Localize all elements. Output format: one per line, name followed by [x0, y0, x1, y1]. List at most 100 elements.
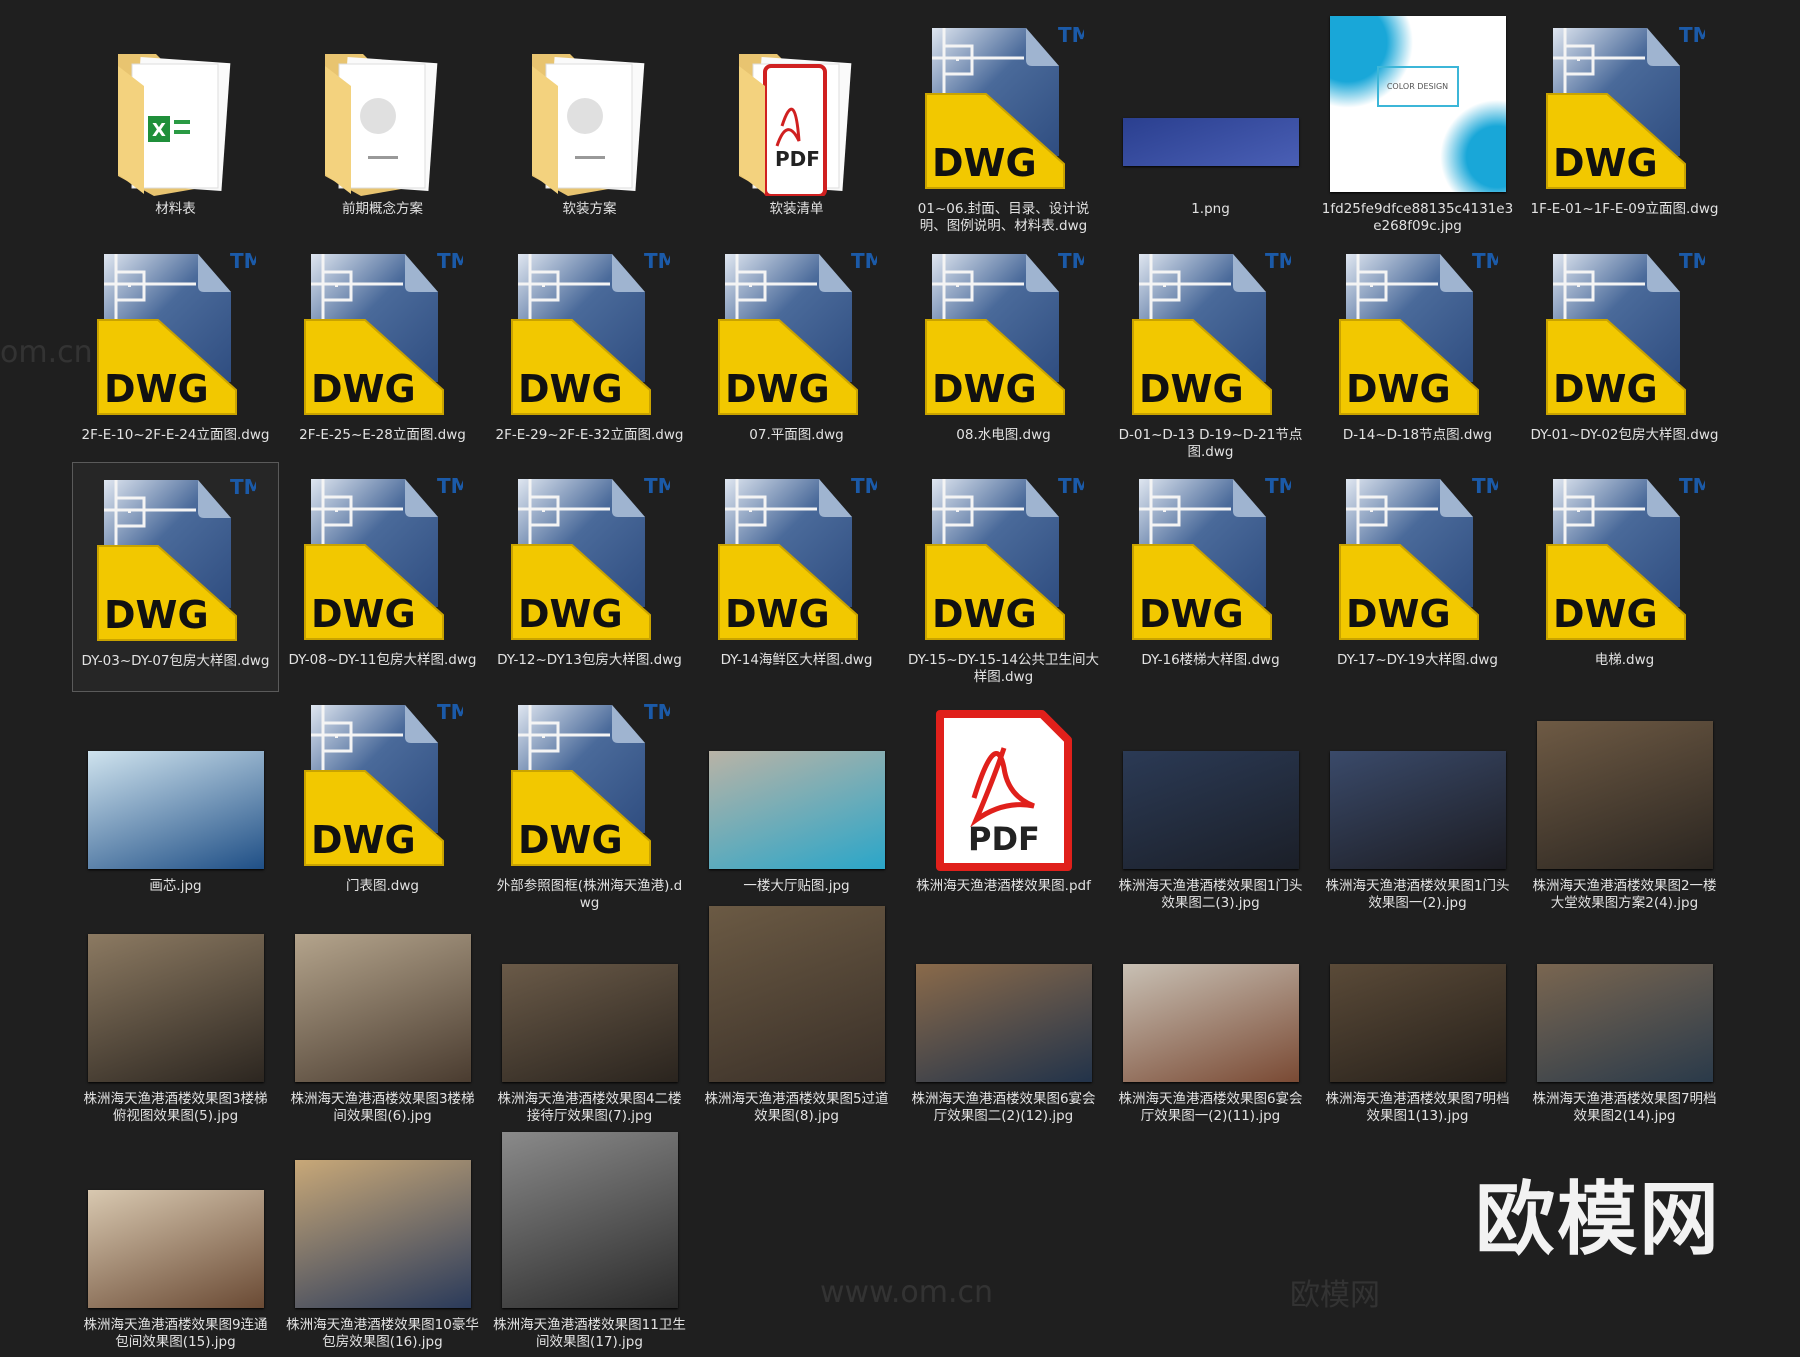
file-item[interactable]: 株洲海天渔港酒楼效果图2一楼大堂效果图方案2(4).jpg — [1521, 688, 1728, 918]
dwg-file-icon: DWG TM — [72, 237, 279, 422]
file-item[interactable]: 株洲海天渔港酒楼效果图4二楼接待厅效果图(7).jpg — [486, 901, 693, 1131]
file-item[interactable]: DWG TM DY-15~DY-15-14公共卫生间大样图.dwg — [900, 462, 1107, 692]
dwg-file-icon: DWG TM — [279, 462, 486, 647]
svg-text:TM: TM — [1265, 249, 1291, 273]
svg-text:TM: TM — [644, 249, 670, 273]
dwg-file-icon: DWG TM — [900, 462, 1107, 647]
file-item[interactable]: 株洲海天渔港酒楼效果图3楼梯间效果图(6).jpg — [279, 901, 486, 1131]
file-row: X 材料表 前期概念方案 软装方案 PDF 软装清单 DWG TM 01~06.封… — [72, 11, 1732, 241]
file-item[interactable]: 株洲海天渔港酒楼效果图7明档效果图1(13).jpg — [1314, 901, 1521, 1131]
svg-text:DWG: DWG — [311, 818, 416, 862]
dwg-file-icon: DWG TM — [900, 11, 1107, 196]
file-item[interactable]: 株洲海天渔港酒楼效果图9连通包间效果图(15).jpg — [72, 1127, 279, 1357]
svg-text:TM: TM — [1472, 249, 1498, 273]
file-item[interactable]: DWG TM D-14~D-18节点图.dwg — [1314, 237, 1521, 467]
folder-icon: PDF — [693, 11, 900, 196]
file-item[interactable]: DWG TM 2F-E-25~E-28立面图.dwg — [279, 237, 486, 467]
file-item[interactable]: DWG TM 门表图.dwg — [279, 688, 486, 918]
file-name-label: 株洲海天渔港酒楼效果图10豪华包房效果图(16).jpg — [286, 1317, 479, 1350]
file-item[interactable]: 株洲海天渔港酒楼效果图11卫生间效果图(17).jpg — [486, 1127, 693, 1357]
file-item[interactable]: DWG TM DY-16楼梯大样图.dwg — [1107, 462, 1314, 692]
file-item[interactable]: COLOR DESIGN 1fd25fe9dfce88135c4131e3e268… — [1314, 11, 1521, 241]
image-thumbnail — [1122, 964, 1299, 1082]
svg-text:TM: TM — [644, 474, 670, 498]
image-thumbnail — [501, 964, 678, 1082]
svg-text:DWG: DWG — [1139, 367, 1244, 411]
file-item[interactable]: PDF 株洲海天渔港酒楼效果图.pdf — [900, 688, 1107, 918]
file-item[interactable]: DWG TM DY-08~DY-11包房大样图.dwg — [279, 462, 486, 692]
file-item[interactable]: DWG TM 07.平面图.dwg — [693, 237, 900, 467]
dwg-file-icon: DWG TM — [486, 462, 693, 647]
file-item[interactable]: 株洲海天渔港酒楼效果图6宴会厅效果图一(2)(11).jpg — [1107, 901, 1314, 1131]
file-item[interactable]: X 材料表 — [72, 11, 279, 241]
file-item[interactable]: 株洲海天渔港酒楼效果图3楼梯俯视图效果图(5).jpg — [72, 901, 279, 1131]
svg-text:TM: TM — [851, 474, 877, 498]
dwg-file-icon: DWG TM — [279, 237, 486, 422]
folder-icon — [486, 11, 693, 196]
watermark-logo: 欧模网 — [1475, 1173, 1721, 1266]
file-name-label: 软装方案 — [562, 201, 617, 217]
dwg-file-icon: DWG TM — [1521, 237, 1728, 422]
image-thumbnail — [708, 906, 885, 1082]
file-item[interactable]: 画芯.jpg — [72, 688, 279, 918]
file-item[interactable]: 株洲海天渔港酒楼效果图10豪华包房效果图(16).jpg — [279, 1127, 486, 1357]
file-item[interactable]: DWG TM 01~06.封面、目录、设计说明、图例说明、材料表.dwg — [900, 11, 1107, 241]
file-item[interactable]: DWG TM DY-12~DY13包房大样图.dwg — [486, 462, 693, 692]
file-name-label: 01~06.封面、目录、设计说明、图例说明、材料表.dwg — [917, 201, 1090, 234]
file-item[interactable]: 前期概念方案 — [279, 11, 486, 241]
file-item[interactable]: DWG TM D-01~D-13 D-19~D-21节点图.dwg — [1107, 237, 1314, 467]
file-item[interactable]: DWG TM DY-03~DY-07包房大样图.dwg — [72, 462, 279, 692]
file-item[interactable]: DWG TM 2F-E-10~2F-E-24立面图.dwg — [72, 237, 279, 467]
image-thumbnail — [1122, 118, 1299, 166]
file-name-label: 株洲海天渔港酒楼效果图7明档效果图2(14).jpg — [1532, 1091, 1717, 1124]
file-item[interactable]: DWG TM 1F-E-01~1F-E-09立面图.dwg — [1521, 11, 1728, 241]
image-thumbnail — [501, 1132, 678, 1308]
svg-text:TM: TM — [230, 249, 256, 273]
file-name-label: 株洲海天渔港酒楼效果图6宴会厅效果图一(2)(11).jpg — [1118, 1091, 1303, 1124]
file-name-label: DY-08~DY-11包房大样图.dwg — [288, 652, 477, 668]
file-name-label: 1F-E-01~1F-E-09立面图.dwg — [1530, 201, 1719, 217]
folder-icon: X — [72, 11, 279, 196]
svg-text:TM: TM — [437, 249, 463, 273]
file-name-label: DY-03~DY-07包房大样图.dwg — [81, 653, 270, 669]
file-item[interactable]: PDF 软装清单 — [693, 11, 900, 241]
file-item[interactable]: DWG TM 2F-E-29~2F-E-32立面图.dwg — [486, 237, 693, 467]
file-name-label: D-14~D-18节点图.dwg — [1342, 427, 1493, 443]
svg-text:TM: TM — [644, 700, 670, 724]
file-item[interactable]: DWG TM DY-17~DY-19大样图.dwg — [1314, 462, 1521, 692]
file-item[interactable]: DWG TM DY-01~DY-02包房大样图.dwg — [1521, 237, 1728, 467]
folder-icon — [279, 11, 486, 196]
dwg-file-icon: DWG TM — [73, 463, 278, 648]
file-item[interactable]: 株洲海天渔港酒楼效果图6宴会厅效果图二(2)(12).jpg — [900, 901, 1107, 1131]
image-thumbnail: COLOR DESIGN — [1329, 16, 1506, 192]
file-item[interactable]: 株洲海天渔港酒楼效果图5过道效果图(8).jpg — [693, 901, 900, 1131]
file-item[interactable]: DWG TM 电梯.dwg — [1521, 462, 1728, 692]
image-thumbnail — [294, 934, 471, 1082]
file-item[interactable]: DWG TM 外部参照图框(株洲海天渔港).dwg — [486, 688, 693, 918]
image-thumbnail — [708, 751, 885, 869]
image-thumbnail — [87, 751, 264, 869]
file-item[interactable]: 1.png — [1107, 11, 1314, 241]
file-item[interactable]: 株洲海天渔港酒楼效果图1门头效果图二(3).jpg — [1107, 688, 1314, 918]
image-caption: COLOR DESIGN — [1376, 66, 1459, 107]
svg-text:TM: TM — [230, 475, 256, 499]
svg-text:DWG: DWG — [725, 592, 830, 636]
file-name-label: DY-12~DY13包房大样图.dwg — [497, 652, 682, 668]
file-item[interactable]: DWG TM 08.水电图.dwg — [900, 237, 1107, 467]
svg-text:DWG: DWG — [1553, 367, 1658, 411]
image-thumbnail — [1122, 751, 1299, 869]
file-row: 株洲海天渔港酒楼效果图3楼梯俯视图效果图(5).jpg 株洲海天渔港酒楼效果图3楼… — [72, 901, 1732, 1131]
file-name-label: 前期概念方案 — [342, 201, 423, 217]
file-item[interactable]: 株洲海天渔港酒楼效果图1门头效果图一(2).jpg — [1314, 688, 1521, 918]
file-item[interactable]: 软装方案 — [486, 11, 693, 241]
svg-text:TM: TM — [851, 249, 877, 273]
file-name-label: 1.png — [1191, 201, 1230, 217]
file-item[interactable]: DWG TM DY-14海鲜区大样图.dwg — [693, 462, 900, 692]
svg-text:PDF: PDF — [775, 147, 820, 171]
svg-text:DWG: DWG — [725, 367, 830, 411]
file-item[interactable]: 株洲海天渔港酒楼效果图7明档效果图2(14).jpg — [1521, 901, 1728, 1131]
image-thumbnail — [915, 964, 1092, 1082]
file-item[interactable]: 一楼大厅贴图.jpg — [693, 688, 900, 918]
file-name-label: 软装清单 — [769, 201, 824, 217]
file-name-label: DY-15~DY-15-14公共卫生间大样图.dwg — [907, 652, 1100, 685]
